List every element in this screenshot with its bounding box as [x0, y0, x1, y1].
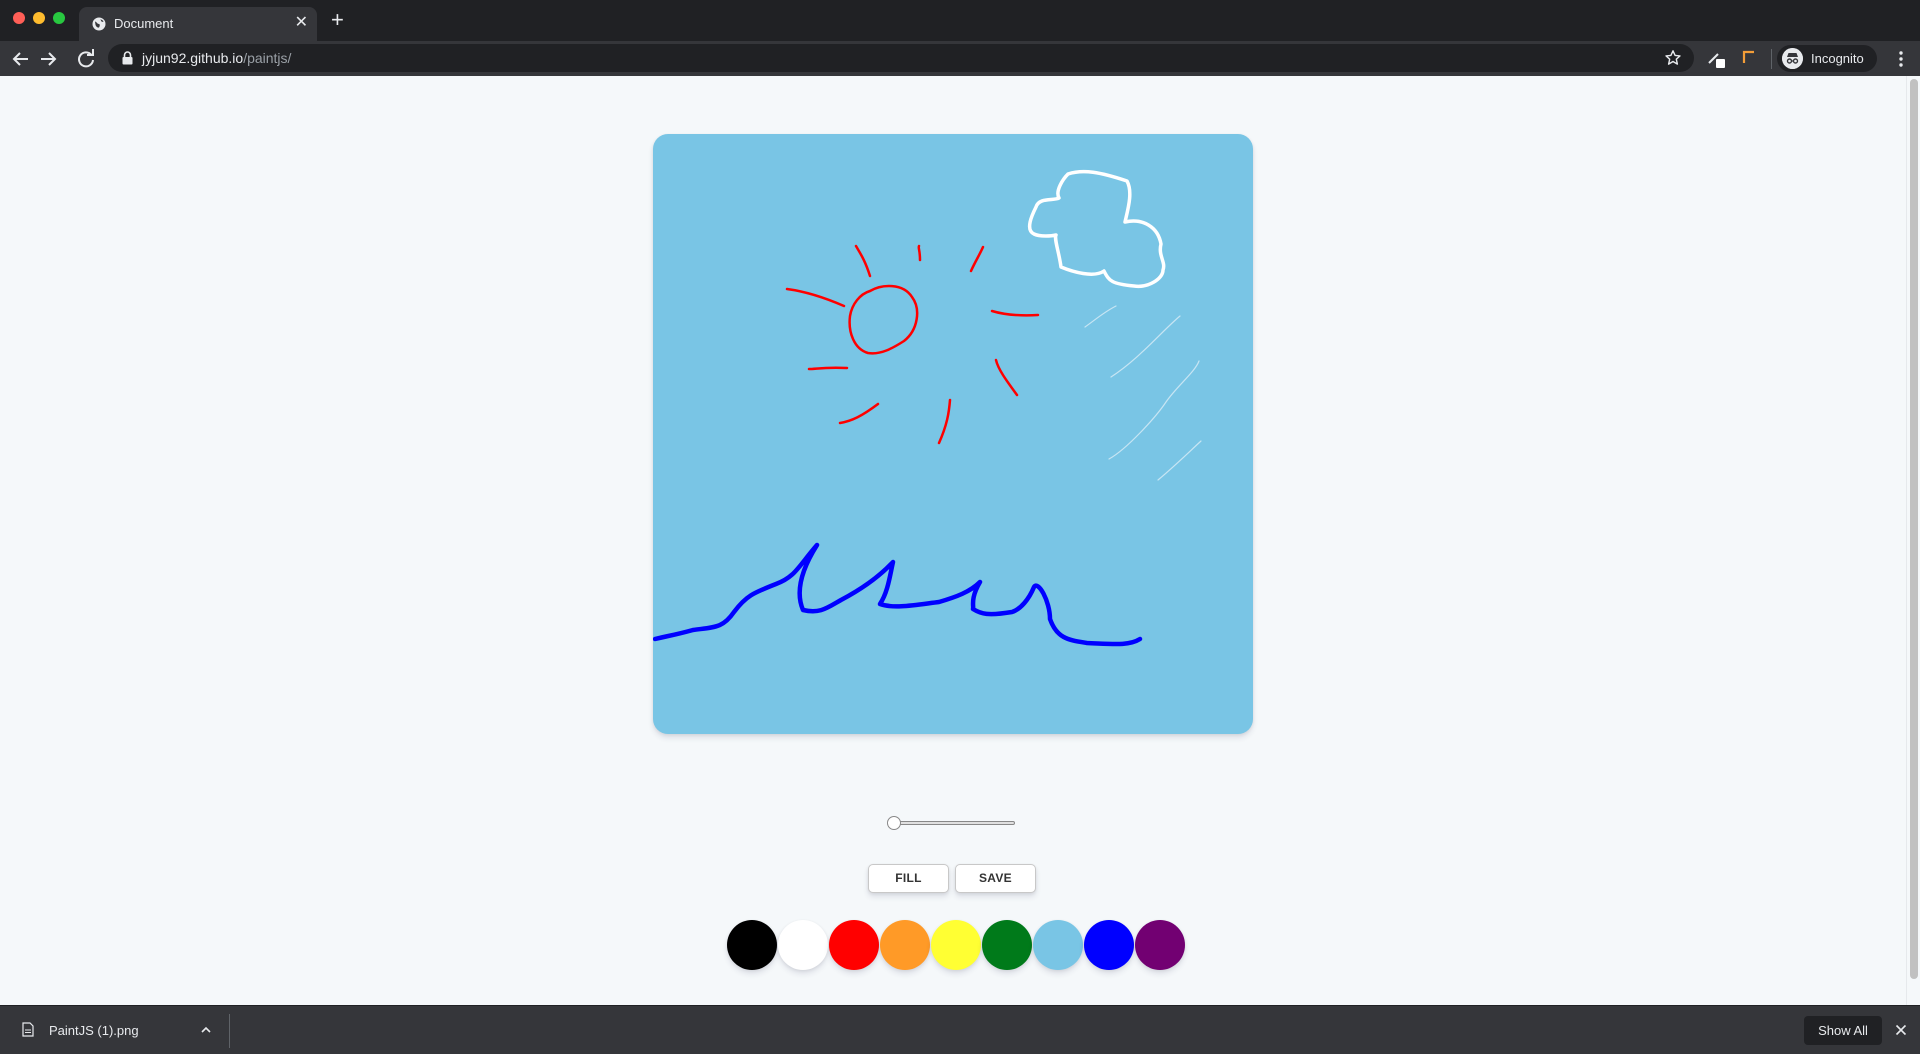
back-arrow-icon[interactable] [9, 47, 33, 71]
cloud-stroke [1027, 169, 1166, 289]
tab-close-icon[interactable]: ✕ [295, 13, 308, 33]
url-host: jyjun92.github.io [142, 50, 244, 66]
lock-icon[interactable] [122, 51, 133, 65]
show-all-downloads-button[interactable]: Show All [1804, 1016, 1882, 1045]
color-swatch-white[interactable] [778, 920, 828, 970]
address-bar[interactable]: jyjun92.github.io/paintjs/ [108, 44, 1694, 72]
canvas-drawing [653, 169, 1202, 647]
tool-extension-icon[interactable] [1741, 49, 1757, 65]
fill-button[interactable]: FILL [868, 864, 949, 893]
color-swatch-orange[interactable] [880, 920, 930, 970]
scrollbar-thumb[interactable] [1910, 79, 1918, 979]
toolbar-divider [1771, 49, 1772, 69]
download-shelf: PaintJS (1).png Show All [0, 1005, 1920, 1054]
minimize-window-button[interactable] [33, 12, 45, 24]
pen-extension-icon[interactable] [1707, 49, 1727, 69]
color-swatch-green[interactable] [982, 920, 1032, 970]
wave-stroke [653, 542, 1143, 647]
color-swatch-purple[interactable] [1135, 920, 1185, 970]
slider-track[interactable] [893, 821, 1015, 825]
incognito-profile-button[interactable]: Incognito [1777, 45, 1877, 72]
color-swatch-yellow[interactable] [931, 920, 981, 970]
forward-arrow-icon[interactable] [36, 47, 60, 71]
sun-rays [785, 244, 1040, 445]
new-tab-button[interactable]: + [331, 9, 344, 31]
browser-toolbar: jyjun92.github.io/paintjs/ Incognito [0, 41, 1920, 76]
slider-thumb[interactable] [887, 816, 901, 830]
download-divider [229, 1014, 230, 1048]
save-button[interactable]: SAVE [955, 864, 1036, 893]
tab-document[interactable]: Document ✕ [79, 7, 317, 41]
sun-circle-stroke [848, 284, 919, 355]
color-swatch-blue[interactable] [1084, 920, 1134, 970]
page-scrollbar[interactable] [1906, 76, 1920, 1005]
close-window-button[interactable] [13, 12, 25, 24]
more-menu-icon[interactable] [1893, 49, 1909, 69]
chevron-up-icon[interactable] [200, 1024, 212, 1036]
paint-canvas[interactable] [653, 134, 1253, 734]
url-path: /paintjs/ [243, 50, 292, 66]
maximize-window-button[interactable] [53, 12, 65, 24]
globe-icon [92, 17, 106, 31]
color-swatch-black[interactable] [727, 920, 777, 970]
color-swatch-red[interactable] [829, 920, 879, 970]
color-palette [727, 920, 1187, 970]
page-content: FILL SAVE [0, 76, 1920, 1005]
color-swatch-skyblue[interactable] [1033, 920, 1083, 970]
bookmark-star-icon[interactable] [1664, 49, 1682, 67]
file-icon [22, 1022, 34, 1037]
incognito-label: Incognito [1811, 51, 1864, 66]
incognito-icon [1782, 48, 1803, 69]
reload-icon[interactable] [74, 47, 98, 71]
tab-title: Document [114, 16, 174, 31]
url-text[interactable]: jyjun92.github.io/paintjs/ [142, 50, 291, 66]
close-icon[interactable] [1895, 1024, 1907, 1036]
rain-strokes [1084, 305, 1202, 481]
download-file-name[interactable]: PaintJS (1).png [49, 1023, 139, 1038]
brush-size-slider[interactable] [887, 815, 1017, 831]
tab-strip: Document ✕ + [0, 0, 1920, 41]
